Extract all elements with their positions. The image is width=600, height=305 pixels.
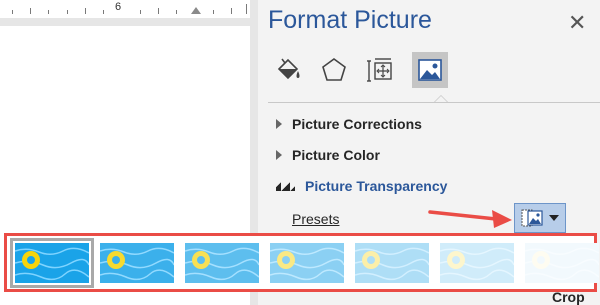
size-properties-icon (367, 58, 392, 82)
annotation-arrow-icon (428, 210, 512, 228)
presets-dropdown-button[interactable] (514, 203, 566, 233)
ruler-number: 6 (115, 1, 122, 13)
expand-arrow-icon (276, 150, 282, 160)
transparency-picture-icon (521, 209, 543, 227)
pool-float-image (185, 243, 259, 283)
tab-size-properties[interactable] (362, 52, 398, 88)
picture-icon (418, 59, 442, 81)
tab-picture[interactable] (412, 52, 448, 88)
horizontal-ruler[interactable]: 6 (0, 0, 250, 18)
paint-bucket-icon (277, 58, 300, 80)
section-picture-color[interactable]: Picture Color (276, 147, 380, 163)
expand-arrow-icon (276, 119, 282, 129)
pool-float-image (525, 243, 599, 283)
transparency-preset-4[interactable] (270, 243, 344, 283)
pool-float-image (355, 243, 429, 283)
section-picture-corrections[interactable]: Picture Corrections (276, 116, 422, 132)
pool-float-image (100, 243, 174, 283)
presets-label: Presets (292, 211, 340, 227)
pane-title: Format Picture (268, 6, 432, 34)
pentagon-icon (322, 58, 346, 81)
pool-float-image (15, 243, 89, 283)
transparency-preset-5[interactable] (355, 243, 429, 283)
section-label: Picture Corrections (292, 116, 422, 132)
pool-float-image (270, 243, 344, 283)
transparency-presets-gallery (4, 233, 599, 292)
close-icon[interactable]: ✕ (568, 10, 586, 36)
transparency-preset-3[interactable] (185, 243, 259, 283)
transparency-preset-7[interactable] (525, 243, 599, 283)
collapse-arrow-icon (276, 181, 295, 191)
transparency-preset-6[interactable] (440, 243, 514, 283)
tab-fill-line[interactable] (270, 52, 306, 88)
transparency-preset-2[interactable] (100, 243, 174, 283)
transparency-preset-1[interactable] (10, 238, 94, 288)
section-label: Picture Transparency (305, 178, 448, 194)
section-label: Picture Color (292, 147, 380, 163)
pool-float-image (440, 243, 514, 283)
right-indent-marker[interactable] (191, 7, 201, 14)
section-picture-transparency[interactable]: Picture Transparency (276, 178, 447, 194)
tab-divider (268, 95, 600, 103)
chevron-down-icon (549, 215, 559, 221)
tab-effects[interactable] (316, 52, 352, 88)
